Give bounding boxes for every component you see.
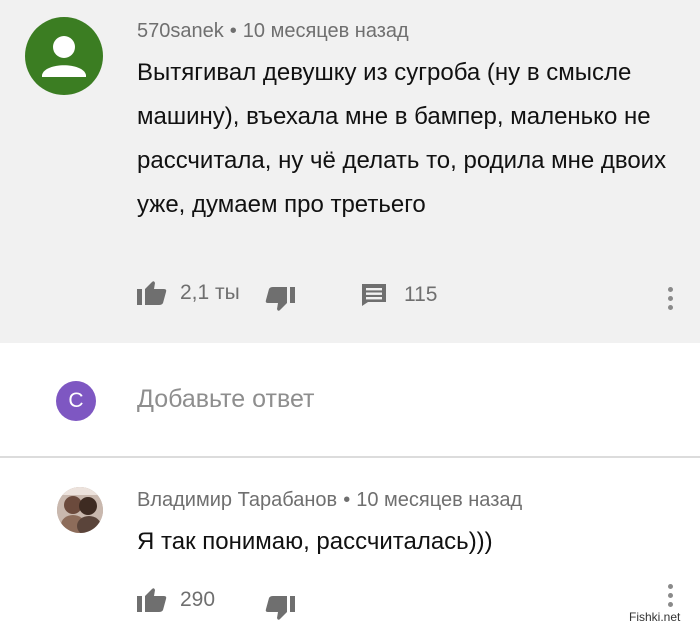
reply-comment-icon — [362, 284, 386, 306]
replies-count: 115 — [404, 283, 438, 306]
dislike-button[interactable] — [265, 595, 295, 621]
avatar-letter: С — [68, 389, 84, 412]
like-count: 2,1 ты — [180, 281, 240, 304]
thumb-up-icon — [137, 588, 167, 612]
default-user-icon — [42, 36, 86, 77]
comment-card: 570sanek • 10 месяцев назад Вытягивал деву… — [0, 0, 700, 343]
like-count: 290 — [180, 588, 216, 611]
replies-button[interactable]: 115 — [361, 283, 437, 307]
user-avatar[interactable] — [25, 17, 103, 95]
divider — [0, 456, 700, 458]
comment-author[interactable]: 570sanek — [137, 20, 224, 42]
more-vertical-icon[interactable] — [667, 584, 675, 610]
thumb-up-icon — [137, 281, 167, 305]
reply-input[interactable]: Добавьте ответ — [137, 385, 314, 414]
dislike-button[interactable] — [265, 286, 295, 312]
reply-author[interactable]: Владимир Тарабанов — [137, 489, 337, 511]
like-button[interactable]: 2,1 ты — [137, 280, 240, 306]
more-vertical-icon[interactable] — [667, 287, 675, 313]
user-avatar-photo[interactable] — [57, 487, 103, 533]
like-button[interactable]: 290 — [137, 587, 215, 613]
reply-input-row: С Добавьте ответ — [0, 343, 700, 456]
reply-text: Я так понимаю, рассчиталась))) — [137, 528, 493, 555]
comment-text: Вытягивал девушку из сугроба (ну в смысл… — [137, 59, 667, 218]
watermark: Fishki.net — [629, 610, 681, 624]
current-user-avatar: С — [56, 381, 96, 421]
reply-meta: Владимир Тарабанов • 10 месяцев назад — [137, 489, 522, 512]
reply-time[interactable]: 10 месяцев назад — [356, 489, 522, 511]
comment-meta: 570sanek • 10 месяцев назад — [137, 20, 409, 43]
meta-separator: • — [229, 20, 237, 42]
thumb-down-icon — [265, 596, 295, 620]
meta-separator: • — [343, 489, 351, 511]
avatar-photo-icon — [57, 487, 103, 533]
comment-time[interactable]: 10 месяцев назад — [243, 20, 409, 42]
thumb-down-icon — [265, 287, 295, 311]
